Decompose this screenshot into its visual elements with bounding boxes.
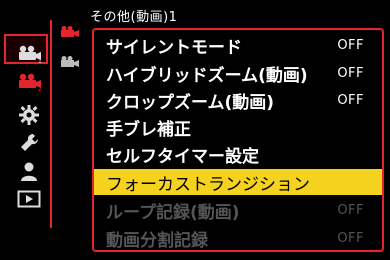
menu-item-self-timer[interactable]: セルフタイマー設定 (94, 141, 382, 167)
sub-tab-column (56, 22, 84, 82)
my-menu-person-icon[interactable] (8, 158, 50, 184)
menu-item-value: OFF (337, 230, 364, 246)
menu-item-label: ハイブリッドズーム(動画) (106, 65, 308, 86)
main-menu-rail: 1 2 (8, 30, 50, 230)
menu-item-label: サイレントモード (106, 37, 242, 58)
svg-text:1: 1 (38, 58, 42, 63)
video-tab-secondary-icon[interactable] (56, 52, 84, 72)
menu-item-label: 手ブレ補正 (106, 119, 191, 140)
custom-gear-icon[interactable] (8, 102, 50, 128)
rail-divider (50, 20, 52, 228)
video-tab-icon[interactable] (56, 22, 84, 42)
setup-wrench-icon[interactable] (8, 130, 50, 156)
menu-item-label: フォーカストランジション (106, 174, 310, 195)
menu-item-value: OFF (337, 37, 364, 53)
menu-item-value: OFF (337, 92, 364, 108)
menu-list: サイレントモード OFF ハイブリッドズーム(動画) OFF クロップズーム(動… (92, 28, 384, 252)
menu-item-crop-zoom[interactable]: クロップズーム(動画) OFF (94, 87, 382, 113)
menu-item-label: セルフタイマー設定 (106, 146, 259, 167)
menu-item-value: OFF (337, 202, 364, 218)
menu-item-value: OFF (337, 65, 364, 81)
menu-item-label: クロップズーム(動画) (106, 92, 275, 113)
menu-item-silent-mode[interactable]: サイレントモード OFF (94, 32, 382, 58)
photo-settings-icon[interactable]: 1 (8, 40, 50, 66)
svg-text:2: 2 (38, 86, 42, 91)
menu-item-label: 動画分割記録 (106, 230, 208, 251)
video-settings-icon[interactable]: 2 (8, 68, 50, 94)
page-title: その他(動画)1 (90, 10, 178, 25)
menu-item-label: ループ記録(動画) (106, 202, 240, 223)
menu-item-segmented-recording: 動画分割記録 OFF (94, 225, 382, 251)
menu-item-focus-transition[interactable]: フォーカストランジション (94, 169, 382, 195)
playback-icon[interactable] (8, 186, 50, 212)
menu-item-hybrid-zoom[interactable]: ハイブリッドズーム(動画) OFF (94, 60, 382, 86)
menu-item-loop-recording: ループ記録(動画) OFF (94, 197, 382, 223)
menu-item-image-stabilizer[interactable]: 手ブレ補正 (94, 114, 382, 140)
camera-menu-screen: 1 2 その他(動画)1 サイレントモード OFF ハイブリッドズーム(動画) … (0, 0, 390, 260)
